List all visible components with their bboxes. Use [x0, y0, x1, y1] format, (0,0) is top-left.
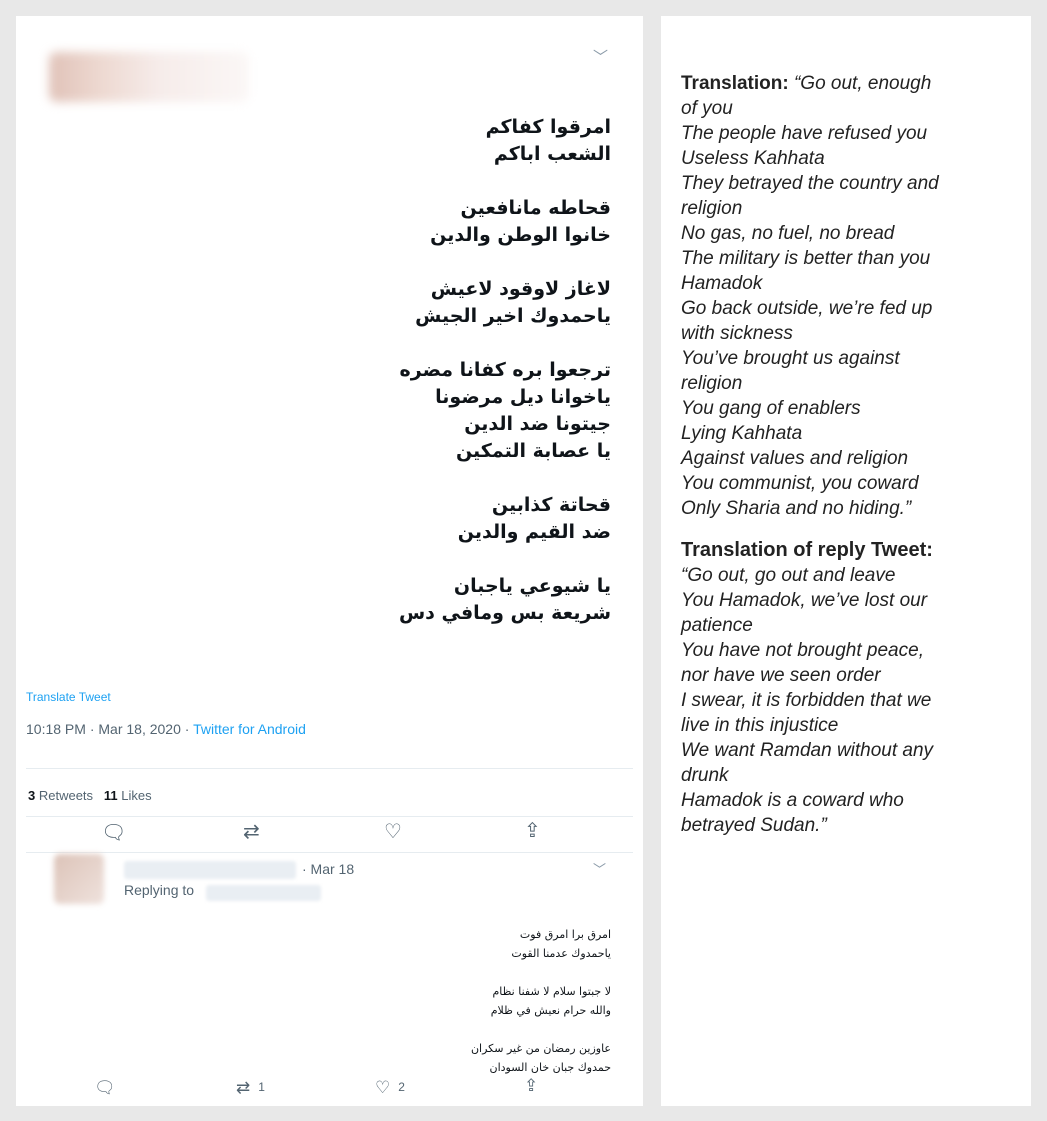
reply-translation-line: You have not brought peace, — [681, 640, 924, 661]
reply-translation-block: Translation of reply Tweet: “Go out, go … — [681, 538, 1026, 838]
reply-text-line: لا جبتوا سلام لا شفنا نظام — [492, 985, 612, 998]
reply-translation-line: patience — [681, 615, 753, 636]
tweet-text-line: قحاطه مانافعين — [460, 197, 612, 219]
tweet-panel: ﹀ امرقوا كفاكم الشعب اباكم قحاطه مانافعين خ… — [16, 16, 643, 1106]
reply-translation-line: I swear, it is forbidden that we — [681, 690, 932, 711]
source-link[interactable]: Twitter for Android — [193, 721, 306, 737]
chevron-down-icon[interactable]: ﹀ — [593, 46, 608, 67]
chevron-down-icon[interactable]: ﹀ — [593, 859, 606, 878]
reply-translation-line: nor have we seen order — [681, 665, 881, 686]
replying-to-label: Replying to — [124, 882, 195, 898]
tweet-text-line: ترجعوا بره كفانا مضره — [399, 359, 611, 381]
tweet-text-line: لاغاز لاوقود لاعيش — [430, 278, 611, 300]
tweet-text-line: ضد القيم والدين — [457, 521, 611, 543]
retweet-icon[interactable]: ⇄ — [243, 822, 260, 842]
translation-line: The military is better than you — [681, 248, 931, 269]
reply-text-line: والله حرام نعيش في ظلام — [490, 1004, 611, 1017]
translation-line: Hamadok — [681, 273, 763, 294]
divider — [26, 768, 633, 769]
reply-translation-line: We want Ramdan without any — [681, 740, 934, 761]
tweet-text-line: الشعب اباكم — [493, 143, 611, 165]
reply-text-line: حمدوك جبان خان السودان — [489, 1061, 611, 1074]
reply-text-line: عاوزين رمضان من غير سكران — [470, 1042, 611, 1055]
translation-line: They betrayed the country and — [681, 173, 939, 194]
translation-panel: Translation: “Go out, enough of you The p… — [661, 16, 1031, 1106]
reply-translation-lines: “Go out, go out and leave You Hamadok, we… — [681, 563, 1026, 838]
translation-line: No gas, no fuel, no bread — [681, 223, 895, 244]
likes-count-link[interactable]: 11 Likes — [104, 788, 152, 803]
tweet-text-line: جيتونا ضد الدين — [464, 413, 611, 435]
translation-first-line: Translation: “Go out, enough — [681, 71, 1026, 96]
translation-line: You communist, you coward — [681, 473, 919, 494]
divider — [26, 816, 633, 817]
tweet-text-line: يا عصابة التمكين — [455, 440, 611, 462]
reply-text-line: ياحمدوك عدمنا القوت — [511, 947, 611, 960]
tweet-text-line: خانوا الوطن والدين — [430, 224, 611, 246]
reply-avatar[interactable] — [54, 854, 104, 904]
tweet-text: امرقوا كفاكم الشعب اباكم قحاطه مانافعين خان… — [399, 114, 611, 627]
translation-line: Go back outside, we’re fed up — [681, 298, 933, 319]
tweet-text-line: ياحمدوك اخير الجيش — [415, 305, 611, 327]
reply-icon[interactable]: 🗨︎ — [94, 1078, 116, 1098]
reply-translation-line: live in this injustice — [681, 715, 839, 736]
heart-icon[interactable]: ♡ — [384, 822, 402, 842]
reply-text: امرق برا امرق فوت ياحمدوك عدمنا القوت لا ج… — [471, 925, 611, 1077]
share-icon[interactable]: ⇪ — [524, 1076, 538, 1096]
tweet-text-line: امرقوا كفاكم — [485, 116, 611, 138]
share-icon[interactable]: ⇪ — [524, 821, 541, 841]
translation-line: Lying Kahhata — [681, 423, 803, 444]
reply-date: · Mar 18 — [302, 861, 355, 877]
translation-line: with sickness — [681, 323, 793, 344]
translation-lines: of you The people have refused you Useless… — [681, 96, 1026, 521]
translation-line: The people have refused you — [681, 123, 928, 144]
translation-line: of you — [681, 98, 733, 119]
translation-line: You’ve brought us against — [681, 348, 900, 369]
tweet-text-line: قحاتة كذابين — [491, 494, 611, 516]
translation-line: Useless Kahhata — [681, 148, 825, 169]
translate-tweet-link[interactable]: Translate Tweet — [26, 690, 111, 704]
retweets-count-link[interactable]: 3 Retweets — [28, 788, 93, 803]
redacted-reply-handle — [206, 885, 321, 901]
retweet-icon[interactable]: ⇄ 1 — [236, 1077, 265, 1098]
translation-heading: Translation: — [681, 73, 789, 94]
translation-line: religion — [681, 373, 743, 394]
heart-icon[interactable]: ♡ 2 — [375, 1077, 405, 1098]
reply-translation-line: betrayed Sudan.” — [681, 815, 827, 836]
reply-translation-line: “Go out, go out and leave — [681, 565, 896, 586]
tweet-text-line: شريعة بس ومافي دس — [398, 602, 611, 624]
tweet-text-line: يا شيوعي ياجبان — [453, 575, 611, 597]
reply-translation-heading: Translation of reply Tweet: — [681, 539, 933, 561]
engagement-counts: 3 Retweets 11 Likes — [28, 788, 152, 803]
translation-line: Against values and religion — [681, 448, 909, 469]
translation-line: You gang of enablers — [681, 398, 861, 419]
reply-translation-line: Hamadok is a coward who — [681, 790, 904, 811]
translation-line: religion — [681, 198, 743, 219]
timestamp-text: 10:18 PM · Mar 18, 2020 · — [26, 721, 194, 737]
reply-text-line: امرق برا امرق فوت — [519, 928, 611, 941]
translation-block: Translation: “Go out, enough of you The p… — [681, 71, 1026, 521]
reply-translation-line: drunk — [681, 765, 729, 786]
redacted-user-header — [49, 52, 249, 102]
tweet-timestamp: 10:18 PM · Mar 18, 2020 · Twitter for An… — [26, 721, 306, 737]
tweet-text-line: ياخوانا ديل مرضونا — [435, 386, 611, 408]
redacted-reply-username — [124, 861, 296, 879]
divider — [26, 852, 633, 853]
reply-translation-line: You Hamadok, we’ve lost our — [681, 590, 928, 611]
reply-icon[interactable]: 🗨︎ — [101, 823, 126, 843]
reply-like-count: 2 — [398, 1080, 405, 1094]
translation-line: Only Sharia and no hiding.” — [681, 498, 912, 519]
reply-retweet-count: 1 — [258, 1080, 265, 1094]
translation-text: “Go out, enough — [788, 73, 932, 94]
